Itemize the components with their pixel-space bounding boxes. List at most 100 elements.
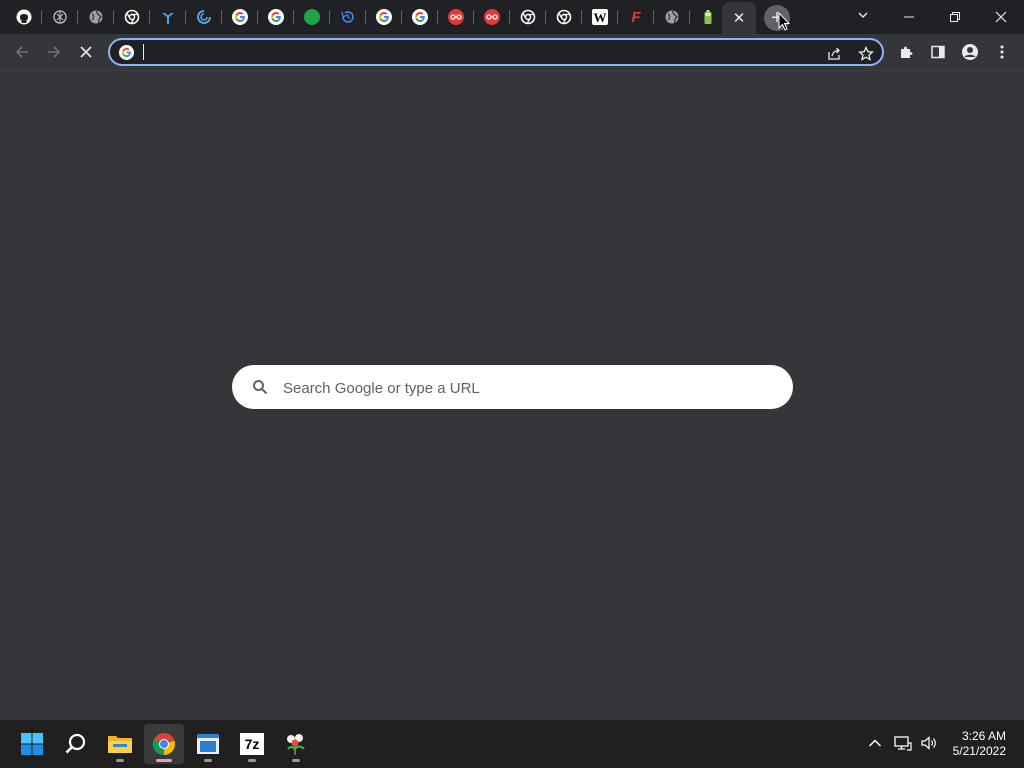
plant-app-button[interactable]	[276, 724, 316, 764]
google-icon	[412, 9, 428, 25]
pinned-tab[interactable]	[42, 0, 78, 34]
google-icon	[119, 45, 134, 60]
history-icon	[340, 9, 356, 25]
ntp-search-input[interactable]	[283, 377, 773, 399]
forward-button[interactable]	[40, 38, 68, 66]
pinned-tab[interactable]	[186, 0, 222, 34]
minimize-icon	[904, 16, 914, 18]
pinned-tab[interactable]	[258, 0, 294, 34]
chevron-down-icon	[858, 12, 868, 18]
folder-icon	[108, 736, 132, 753]
show-hidden-icons-button[interactable]	[864, 732, 886, 754]
plant-app-icon	[287, 734, 305, 755]
7zip-icon: 7z	[240, 733, 264, 755]
share-icon	[828, 47, 840, 60]
incognito-red-icon	[484, 9, 500, 25]
system-clock[interactable]: 3:26 AM 5/21/2022	[953, 729, 1006, 759]
pinned-tabs: WF	[6, 0, 726, 34]
minimize-button[interactable]	[886, 0, 932, 34]
chrome-taskbar-button[interactable]	[144, 724, 184, 764]
incognito-red-icon	[448, 9, 464, 25]
tab-strip: WF ✕ +	[0, 0, 1024, 34]
volume-button[interactable]	[918, 732, 940, 754]
ntp-search-box[interactable]	[232, 365, 793, 409]
tab-search-button[interactable]	[848, 0, 878, 30]
back-arrow-icon	[15, 46, 28, 58]
google-icon	[376, 9, 392, 25]
network-button[interactable]	[892, 732, 914, 754]
chrome-icon	[520, 9, 536, 25]
active-tab[interactable]: ✕	[722, 2, 756, 34]
more-vert-icon	[1000, 45, 1004, 59]
clock-time: 3:26 AM	[961, 729, 1006, 743]
pinned-tab[interactable]	[6, 0, 42, 34]
f-logo-icon: F	[631, 8, 641, 26]
text-caret	[143, 44, 144, 60]
taskbar: 7z 3:26 AM 5/21/2022	[0, 720, 1024, 768]
pinned-tab[interactable]	[150, 0, 186, 34]
pinned-tab[interactable]	[546, 0, 582, 34]
pinned-tab[interactable]	[78, 0, 114, 34]
browser-toolbar	[0, 34, 1024, 71]
start-button[interactable]	[12, 724, 52, 764]
chrome-icon	[124, 9, 140, 25]
7zip-button[interactable]: 7z	[232, 724, 272, 764]
close-window-button[interactable]	[978, 0, 1024, 34]
notepad-icon	[197, 734, 219, 754]
chrome-icon	[556, 9, 572, 25]
windows-logo-icon	[21, 733, 43, 755]
pinned-tab[interactable]	[402, 0, 438, 34]
tool-icon	[160, 9, 176, 25]
search-icon	[65, 733, 86, 754]
puzzle-icon	[901, 46, 913, 58]
back-button[interactable]	[8, 38, 36, 66]
pinned-tab[interactable]	[654, 0, 690, 34]
pinned-tab[interactable]	[330, 0, 366, 34]
mouse-cursor-icon	[778, 12, 790, 31]
close-tab-icon[interactable]: ✕	[733, 9, 746, 27]
github-icon	[16, 9, 32, 25]
pinned-tab[interactable]	[114, 0, 150, 34]
profile-button[interactable]	[956, 38, 984, 66]
pinned-tab[interactable]	[474, 0, 510, 34]
running-indicator	[248, 759, 256, 762]
pinned-tab[interactable]	[438, 0, 474, 34]
battery-icon	[700, 9, 716, 25]
pinned-tab[interactable]	[366, 0, 402, 34]
globe-icon	[88, 9, 104, 25]
pinned-tab[interactable]	[510, 0, 546, 34]
stop-loading-button[interactable]	[72, 38, 100, 66]
7zip-label: 7z	[244, 736, 260, 752]
globe-icon	[664, 9, 680, 25]
side-panel-button[interactable]	[924, 38, 952, 66]
side-panel-icon	[931, 45, 945, 59]
avatar-icon	[962, 44, 978, 60]
address-input[interactable]	[142, 42, 802, 62]
file-explorer-button[interactable]	[100, 724, 140, 764]
running-indicator	[292, 759, 300, 762]
notepad-button[interactable]	[188, 724, 228, 764]
address-bar[interactable]	[108, 38, 884, 66]
bookmark-button[interactable]	[856, 44, 876, 64]
forward-arrow-icon	[48, 46, 61, 58]
share-button[interactable]	[824, 44, 844, 64]
pinned-tab[interactable]: F	[618, 0, 654, 34]
menu-button[interactable]	[988, 38, 1016, 66]
search-icon	[250, 377, 270, 397]
clock-date: 5/21/2022	[952, 744, 1006, 758]
screen: WF ✕ + Search Google or type a URL 7z 3:…	[0, 0, 1024, 768]
extensions-button[interactable]	[892, 38, 920, 66]
pinned-tab[interactable]	[222, 0, 258, 34]
star-icon	[858, 46, 874, 61]
taskbar-search-button[interactable]	[56, 724, 96, 764]
pinned-tab[interactable]: W	[582, 0, 618, 34]
chevron-up-icon	[868, 739, 882, 747]
sync-icon	[196, 9, 212, 25]
restore-icon	[950, 12, 960, 22]
pinned-tab[interactable]	[294, 0, 330, 34]
pinned-tab[interactable]	[690, 0, 726, 34]
chrome-icon	[152, 733, 175, 756]
green-circle-icon	[304, 9, 320, 25]
close-icon	[995, 11, 1007, 23]
restore-button[interactable]	[932, 0, 978, 34]
